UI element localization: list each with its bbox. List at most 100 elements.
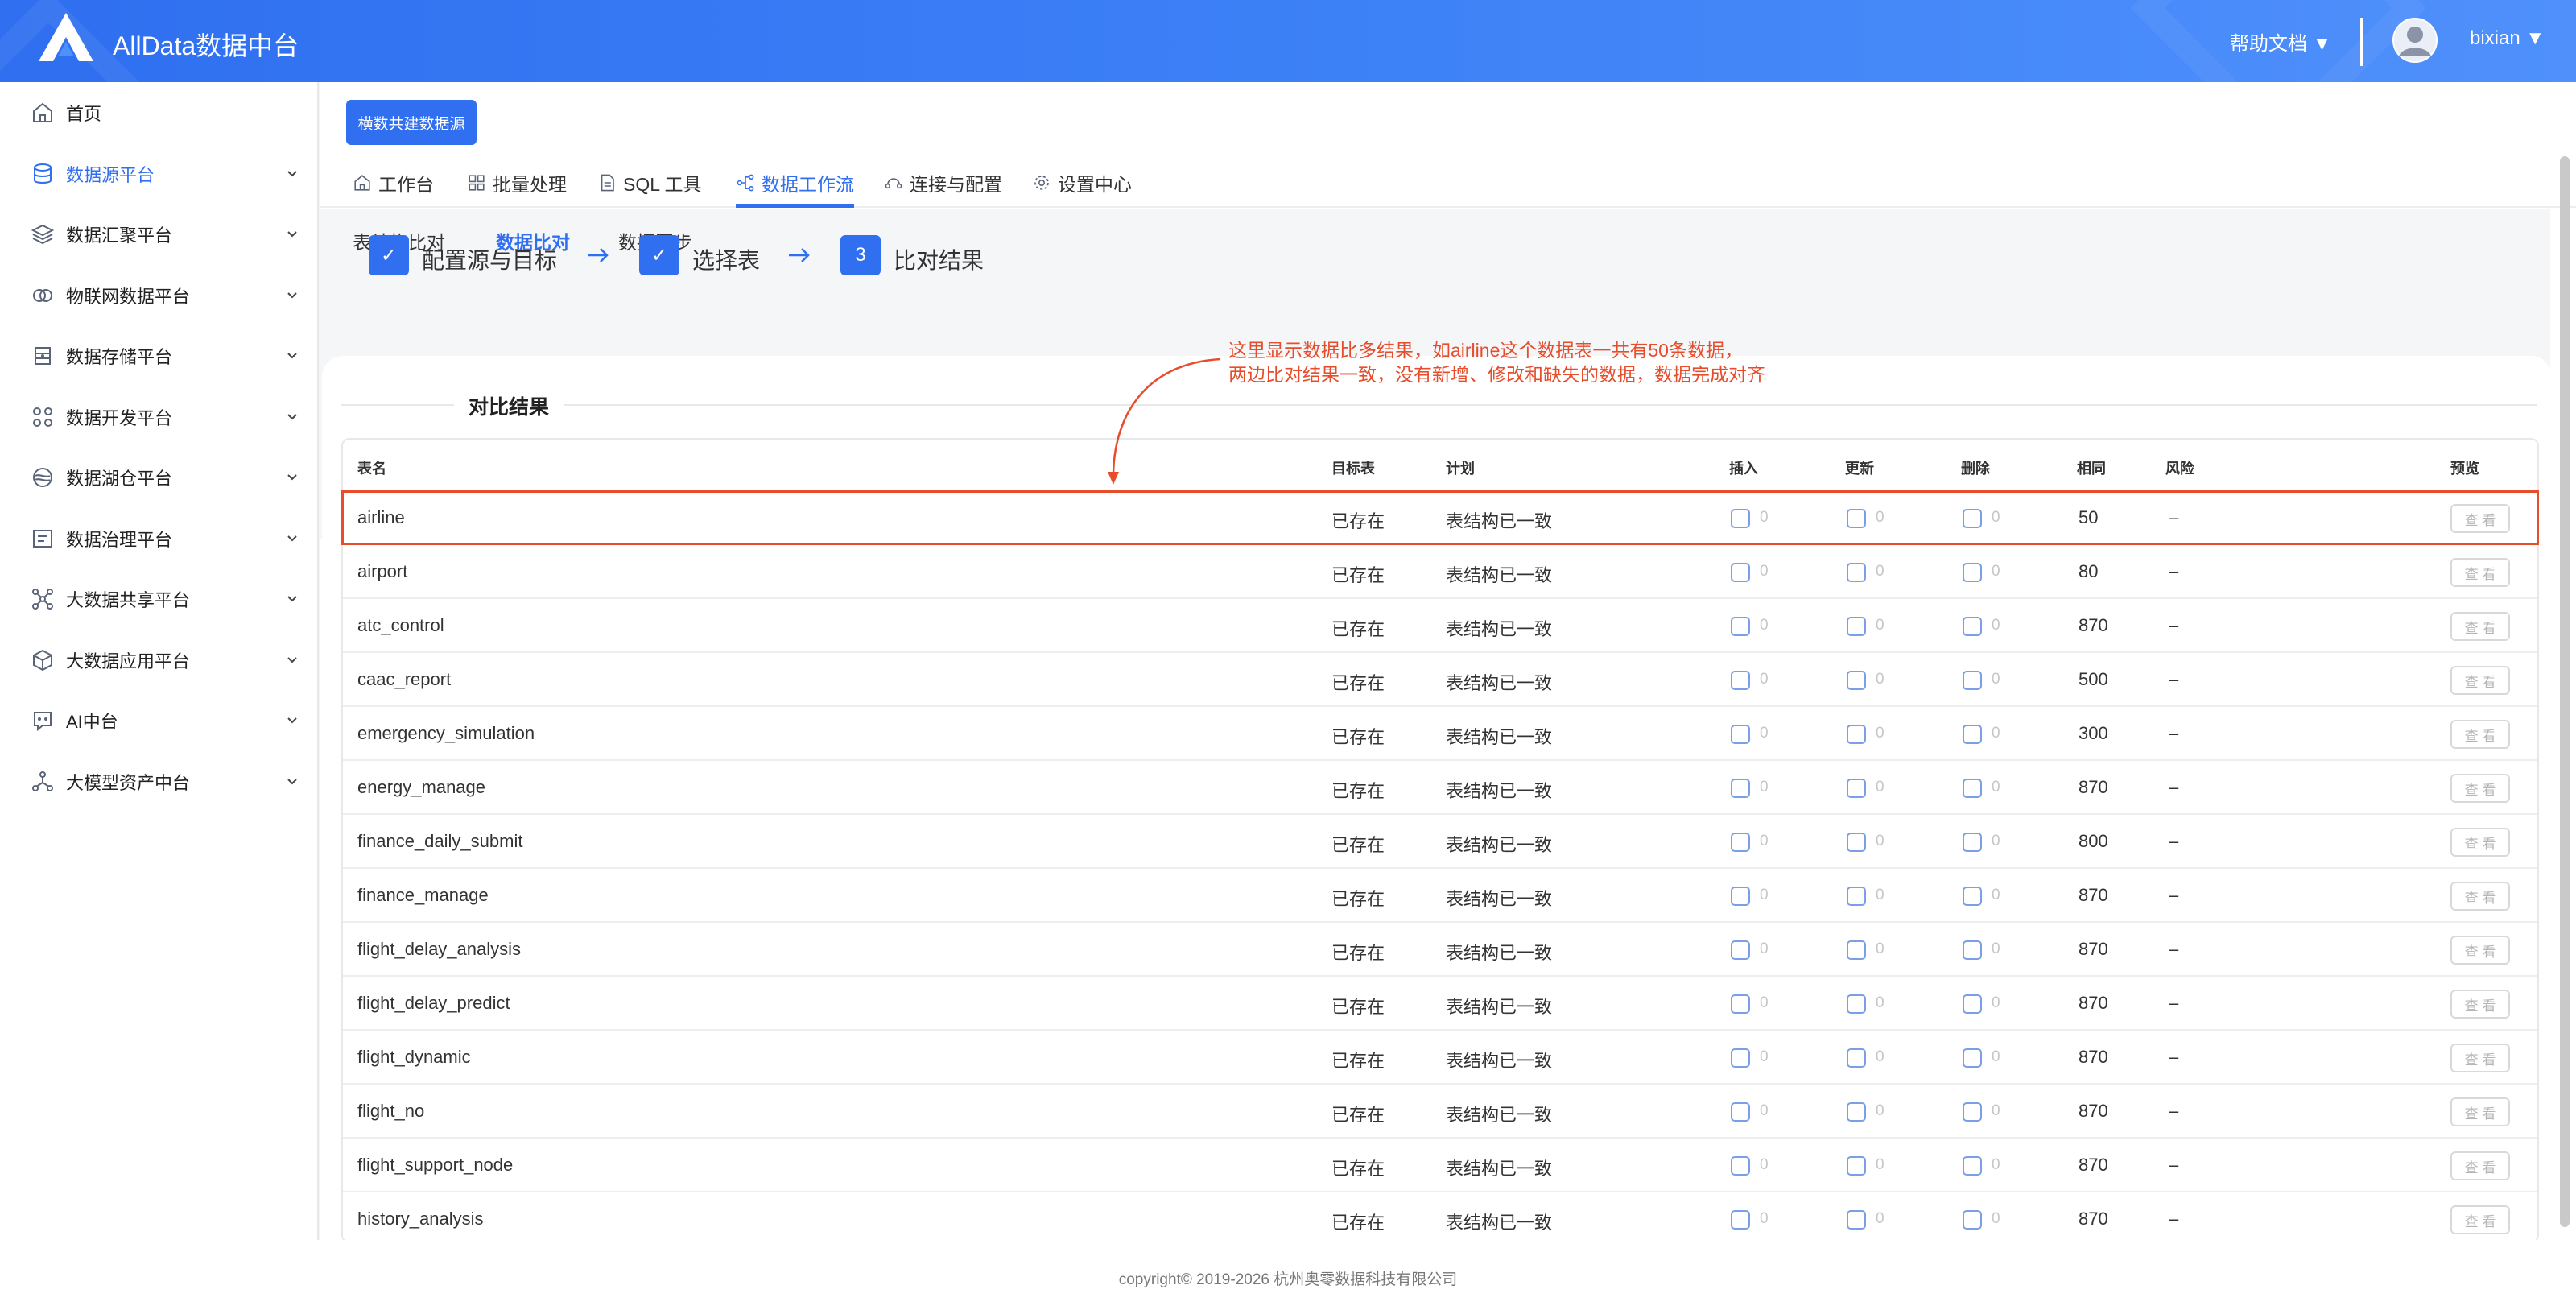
delete-checkbox[interactable]	[1963, 1156, 1982, 1176]
delete-checkbox[interactable]	[1963, 509, 1982, 528]
delete-checkbox[interactable]	[1963, 1048, 1982, 1068]
view-button[interactable]: 查 看	[2450, 936, 2510, 965]
chevron-down-icon[interactable]	[283, 651, 301, 669]
view-button[interactable]: 查 看	[2450, 882, 2510, 911]
insert-checkbox[interactable]	[1731, 940, 1750, 960]
update-checkbox[interactable]	[1847, 563, 1866, 582]
insert-checkbox[interactable]	[1731, 779, 1750, 798]
chevron-down-icon[interactable]	[283, 165, 301, 183]
chevron-down-icon[interactable]	[283, 469, 301, 486]
chevron-down-icon[interactable]	[283, 773, 301, 791]
insert-checkbox[interactable]	[1731, 725, 1750, 744]
chevron-down-icon[interactable]	[283, 225, 301, 243]
cell-plan: 表结构已一致	[1446, 673, 1553, 693]
update-checkbox[interactable]	[1847, 509, 1866, 528]
sidebar-item[interactable]: 大数据应用平台	[0, 636, 319, 684]
sidebar-item[interactable]: 首页	[0, 89, 319, 137]
tab-item[interactable]: 工作台	[353, 158, 434, 208]
insert-checkbox[interactable]	[1731, 833, 1750, 852]
tab-item[interactable]: 数据工作流	[736, 158, 854, 208]
tab-item[interactable]: SQL 工具	[597, 158, 702, 208]
insert-checkbox[interactable]	[1731, 509, 1750, 528]
sidebar-item[interactable]: 大模型资产中台	[0, 758, 319, 806]
tab-item[interactable]: 设置中心	[1032, 158, 1132, 208]
insert-checkbox[interactable]	[1731, 1102, 1750, 1122]
app-logo-icon[interactable]	[37, 11, 95, 63]
view-button[interactable]: 查 看	[2450, 990, 2510, 1019]
delete-checkbox[interactable]	[1963, 940, 1982, 960]
cell-delete: 0	[1992, 779, 2000, 796]
chevron-down-icon[interactable]	[283, 408, 301, 426]
user-avatar-icon[interactable]	[2392, 18, 2438, 63]
update-checkbox[interactable]	[1847, 1156, 1866, 1176]
update-checkbox[interactable]	[1847, 725, 1866, 744]
chevron-down-icon[interactable]	[283, 347, 301, 365]
delete-checkbox[interactable]	[1963, 994, 1982, 1014]
tab-item[interactable]: 连接与配置	[884, 158, 1002, 208]
delete-checkbox[interactable]	[1963, 1210, 1982, 1230]
update-checkbox[interactable]	[1847, 779, 1866, 798]
update-checkbox[interactable]	[1847, 887, 1866, 906]
sidebar-item[interactable]: 数据开发平台	[0, 393, 319, 441]
create-datasource-button[interactable]: 横数共建数据源	[346, 100, 477, 145]
view-button[interactable]: 查 看	[2450, 558, 2510, 587]
main-content: 横数共建数据源 工作台批量处理SQL 工具数据工作流连接与配置设置中心 表结构比…	[320, 82, 2576, 1306]
tab-item[interactable]: 批量处理	[467, 158, 567, 208]
sidebar-item[interactable]: 数据源平台	[0, 150, 319, 198]
cell-plan: 表结构已一致	[1446, 781, 1553, 801]
update-checkbox[interactable]	[1847, 940, 1866, 960]
delete-checkbox[interactable]	[1963, 617, 1982, 636]
insert-checkbox[interactable]	[1731, 1048, 1750, 1068]
insert-checkbox[interactable]	[1731, 994, 1750, 1014]
view-button[interactable]: 查 看	[2450, 720, 2510, 749]
view-button[interactable]: 查 看	[2450, 504, 2510, 533]
scrollbar[interactable]	[2560, 156, 2570, 1227]
delete-checkbox[interactable]	[1963, 779, 1982, 798]
chevron-down-icon[interactable]	[283, 287, 301, 304]
insert-checkbox[interactable]	[1731, 1210, 1750, 1230]
update-checkbox[interactable]	[1847, 617, 1866, 636]
delete-checkbox[interactable]	[1963, 725, 1982, 744]
user-menu[interactable]: bixian ▼	[2470, 27, 2545, 50]
sidebar-item[interactable]: 大数据共享平台	[0, 575, 319, 623]
view-button[interactable]: 查 看	[2450, 666, 2510, 695]
insert-checkbox[interactable]	[1731, 671, 1750, 690]
sidebar-item[interactable]: 物联网数据平台	[0, 271, 319, 320]
app-title[interactable]: AllData数据中台	[113, 26, 299, 63]
update-checkbox[interactable]	[1847, 1102, 1866, 1122]
insert-checkbox[interactable]	[1731, 887, 1750, 906]
delete-checkbox[interactable]	[1963, 1102, 1982, 1122]
chevron-down-icon[interactable]	[283, 590, 301, 608]
view-button[interactable]: 查 看	[2450, 1205, 2510, 1234]
sidebar-item[interactable]: AI中台	[0, 696, 319, 745]
update-checkbox[interactable]	[1847, 671, 1866, 690]
view-button[interactable]: 查 看	[2450, 1044, 2510, 1072]
delete-checkbox[interactable]	[1963, 887, 1982, 906]
sidebar-item[interactable]: 数据汇聚平台	[0, 210, 319, 258]
view-button[interactable]: 查 看	[2450, 612, 2510, 641]
insert-checkbox[interactable]	[1731, 1156, 1750, 1176]
view-button[interactable]: 查 看	[2450, 1097, 2510, 1126]
update-checkbox[interactable]	[1847, 833, 1866, 852]
view-button[interactable]: 查 看	[2450, 774, 2510, 803]
sidebar-item[interactable]: 数据湖仓平台	[0, 453, 319, 502]
chevron-down-icon[interactable]	[283, 530, 301, 548]
update-checkbox[interactable]	[1847, 1210, 1866, 1230]
delete-checkbox[interactable]	[1963, 833, 1982, 852]
insert-checkbox[interactable]	[1731, 563, 1750, 582]
sidebar-item[interactable]: 数据存储平台	[0, 332, 319, 380]
cell-risk: –	[2169, 1155, 2179, 1175]
sidebar-item[interactable]: 数据治理平台	[0, 515, 319, 563]
chevron-down-icon[interactable]	[283, 712, 301, 729]
sidebar-item-label: 数据源平台	[66, 164, 155, 185]
insert-checkbox[interactable]	[1731, 617, 1750, 636]
update-checkbox[interactable]	[1847, 994, 1866, 1014]
view-button[interactable]: 查 看	[2450, 1151, 2510, 1180]
update-checkbox[interactable]	[1847, 1048, 1866, 1068]
delete-checkbox[interactable]	[1963, 563, 1982, 582]
help-docs-menu[interactable]: 帮助文档 ▼	[2230, 27, 2331, 56]
delete-checkbox[interactable]	[1963, 671, 1982, 690]
cell-same: 870	[2079, 1047, 2108, 1067]
sidebar-item-label: 数据治理平台	[66, 529, 173, 550]
view-button[interactable]: 查 看	[2450, 828, 2510, 857]
